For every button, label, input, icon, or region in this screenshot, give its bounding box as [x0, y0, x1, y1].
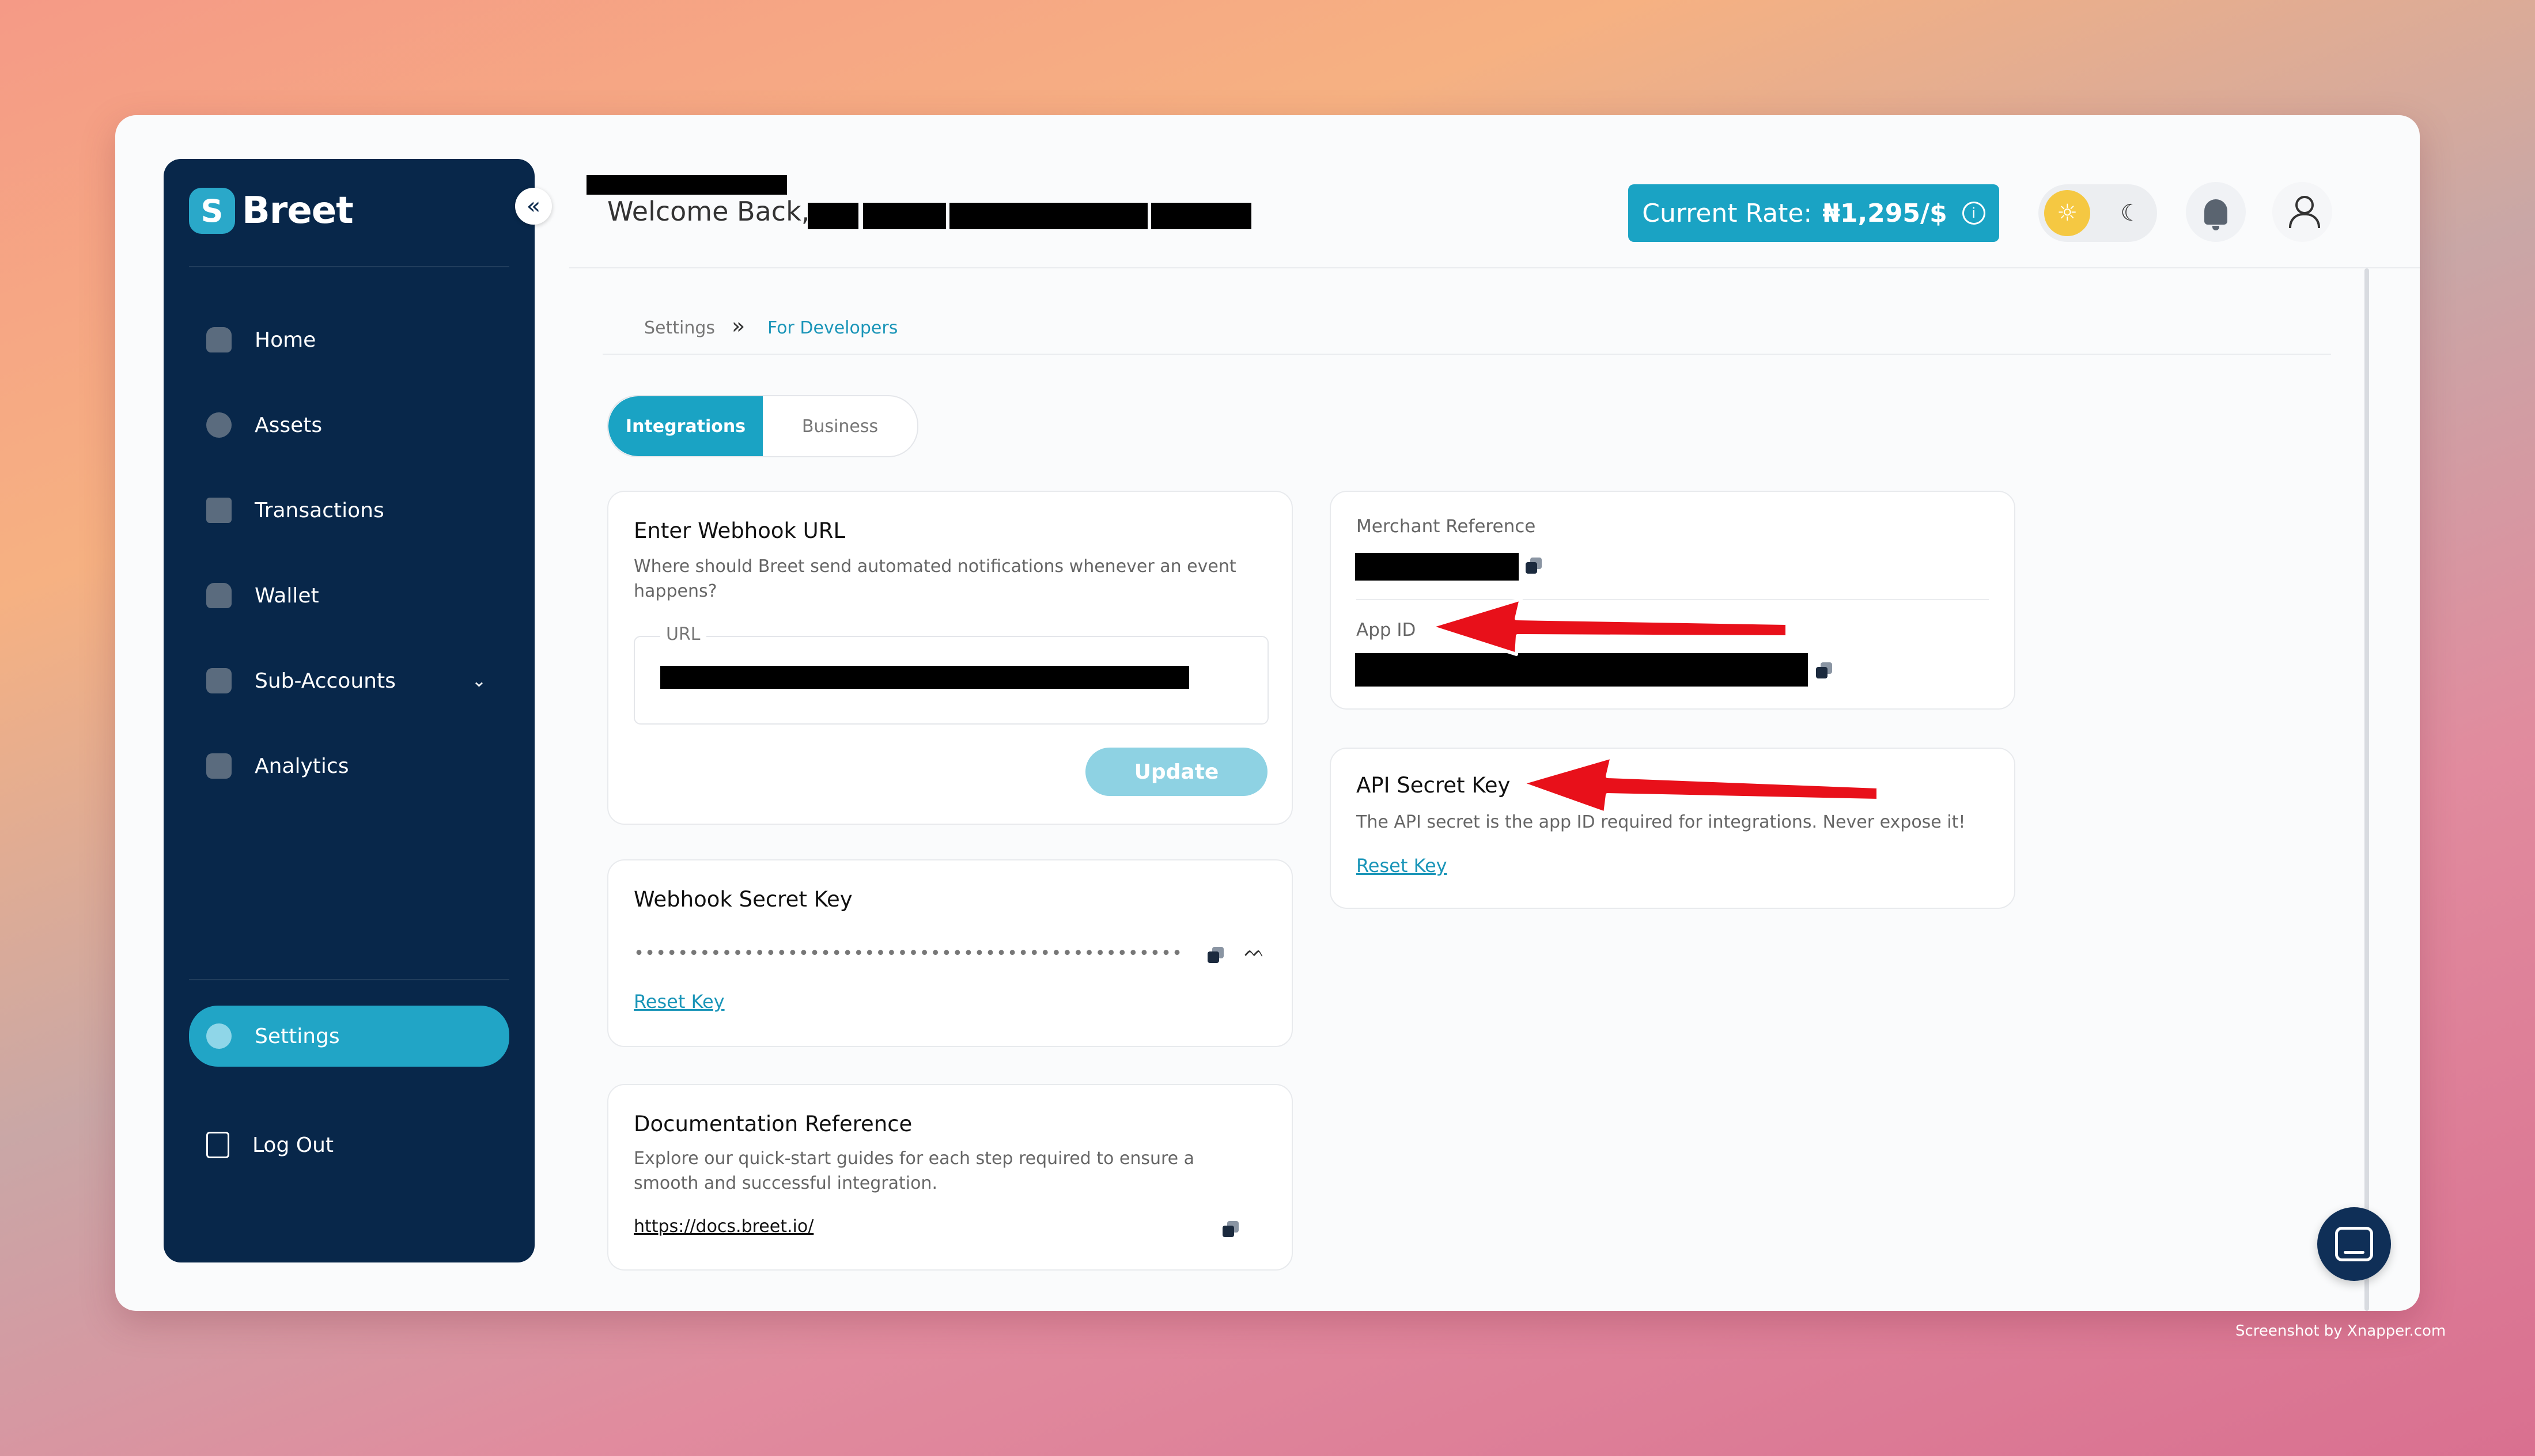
header-divider — [569, 267, 2420, 268]
current-rate-badge[interactable]: Current Rate: ₦1,295/$ i — [1628, 184, 1999, 242]
brand-name: Breet — [242, 189, 354, 232]
sidebar-item-label: Analytics — [255, 754, 349, 778]
sidebar: S Breet Home Assets Transactions Wallet … — [164, 159, 535, 1262]
copy-icon[interactable] — [1816, 662, 1832, 678]
rate-value: ₦1,295/$ — [1822, 198, 1947, 228]
wallet-icon — [206, 583, 232, 608]
sidebar-item-label: Sub-Accounts — [255, 669, 396, 693]
annotation-arrow-app-id — [1428, 597, 1789, 656]
copy-icon[interactable] — [1208, 947, 1224, 963]
notifications-button[interactable] — [2186, 182, 2246, 242]
reset-key-link[interactable]: Reset Key — [634, 991, 725, 1013]
sidebar-item-label: Log Out — [252, 1133, 334, 1157]
assets-icon — [206, 412, 232, 438]
collapse-sidebar-button[interactable]: « — [515, 188, 552, 225]
brand-logo[interactable]: S Breet — [189, 188, 354, 234]
moon-icon[interactable]: ☾ — [2108, 190, 2154, 236]
url-field-label: URL — [660, 624, 706, 644]
update-button[interactable]: Update — [1085, 748, 1268, 796]
copy-icon[interactable] — [1526, 558, 1542, 574]
masked-secret-value: ••••••••••••••••••••••••••••••••••••••••… — [634, 943, 1183, 964]
url-input[interactable]: URL — [634, 624, 1269, 725]
sidebar-item-wallet[interactable]: Wallet — [189, 567, 509, 624]
app-window: S Breet Home Assets Transactions Wallet … — [115, 115, 2420, 1311]
sidebar-divider — [189, 266, 509, 267]
tab-business[interactable]: Business — [763, 396, 917, 456]
profile-button[interactable] — [2272, 182, 2332, 242]
annotation-arrow-api-secret — [1519, 755, 1880, 815]
breadcrumb-divider — [603, 354, 2331, 355]
scrollbar[interactable] — [2364, 268, 2369, 1311]
redacted-block — [808, 203, 858, 229]
sidebar-item-analytics[interactable]: Analytics — [189, 737, 509, 795]
watermark-text: Screenshot by Xnapper.com — [2235, 1322, 2446, 1340]
documentation-card: Documentation Reference Explore our quic… — [607, 1084, 1293, 1271]
card-description: Explore our quick-start guides for each … — [634, 1148, 1195, 1193]
card-title: Webhook Secret Key — [634, 887, 853, 912]
chat-icon — [2335, 1227, 2373, 1261]
redacted-block — [949, 203, 1148, 229]
webhook-url-card: Enter Webhook URL Where should Breet sen… — [607, 491, 1293, 825]
breadcrumb-current: For Developers — [767, 318, 898, 338]
sidebar-item-sub-accounts[interactable]: Sub-Accounts ⌄ — [189, 652, 509, 710]
redacted-block — [587, 175, 787, 195]
redacted-url-value — [660, 666, 1189, 689]
webhook-secret-card: Webhook Secret Key •••••••••••••••••••••… — [607, 859, 1293, 1047]
user-icon — [2288, 196, 2320, 228]
info-icon[interactable]: i — [1962, 202, 1985, 225]
analytics-icon — [206, 753, 232, 779]
redacted-block — [863, 203, 946, 229]
sub-accounts-icon — [206, 668, 232, 693]
card-title: Documentation Reference — [634, 1112, 913, 1136]
transactions-icon — [206, 498, 232, 523]
breadcrumb-separator-icon: » — [732, 313, 746, 339]
sidebar-item-label: Home — [255, 328, 316, 352]
sidebar-divider — [189, 979, 509, 980]
sidebar-item-settings[interactable]: Settings — [189, 1006, 509, 1067]
sidebar-item-transactions[interactable]: Transactions — [189, 481, 509, 539]
sidebar-item-assets[interactable]: Assets — [189, 396, 509, 454]
home-icon — [206, 327, 232, 352]
breet-logo-icon: S — [189, 188, 235, 234]
settings-gear-icon — [206, 1023, 232, 1049]
sidebar-item-label: Settings — [255, 1024, 340, 1048]
sidebar-item-home[interactable]: Home — [189, 311, 509, 369]
redacted-merchant-reference — [1355, 553, 1519, 581]
logout-icon — [206, 1132, 229, 1158]
developer-tabs: Integrations Business — [607, 395, 918, 457]
docs-link[interactable]: https://docs.breet.io/ — [634, 1216, 814, 1237]
redacted-block — [1151, 203, 1251, 229]
chat-support-button[interactable] — [2317, 1207, 2391, 1281]
merchant-reference-label: Merchant Reference — [1356, 516, 1536, 537]
app-id-label: App ID — [1356, 620, 1416, 640]
sun-icon[interactable]: ☼ — [2044, 190, 2090, 236]
eye-hidden-icon[interactable]: ᨓ — [1244, 941, 1265, 961]
sidebar-item-logout[interactable]: Log Out — [189, 1116, 509, 1174]
card-description: Where should Breet send automated notifi… — [634, 556, 1236, 601]
chevron-down-icon[interactable]: ⌄ — [472, 671, 486, 691]
card-title: Enter Webhook URL — [634, 518, 846, 543]
sidebar-item-label: Transactions — [255, 498, 384, 522]
tab-integrations[interactable]: Integrations — [608, 396, 763, 456]
copy-icon[interactable] — [1223, 1221, 1239, 1237]
breadcrumb-settings[interactable]: Settings — [644, 318, 715, 338]
sidebar-item-label: Wallet — [255, 583, 319, 608]
welcome-text: Welcome Back, — [607, 196, 810, 227]
reset-key-link[interactable]: Reset Key — [1356, 855, 1447, 877]
bell-icon — [2204, 199, 2227, 230]
rate-label: Current Rate: — [1642, 198, 1813, 228]
sidebar-item-label: Assets — [255, 413, 323, 437]
theme-toggle[interactable]: ☼ ☾ — [2038, 184, 2157, 242]
card-title: API Secret Key — [1356, 773, 1511, 798]
